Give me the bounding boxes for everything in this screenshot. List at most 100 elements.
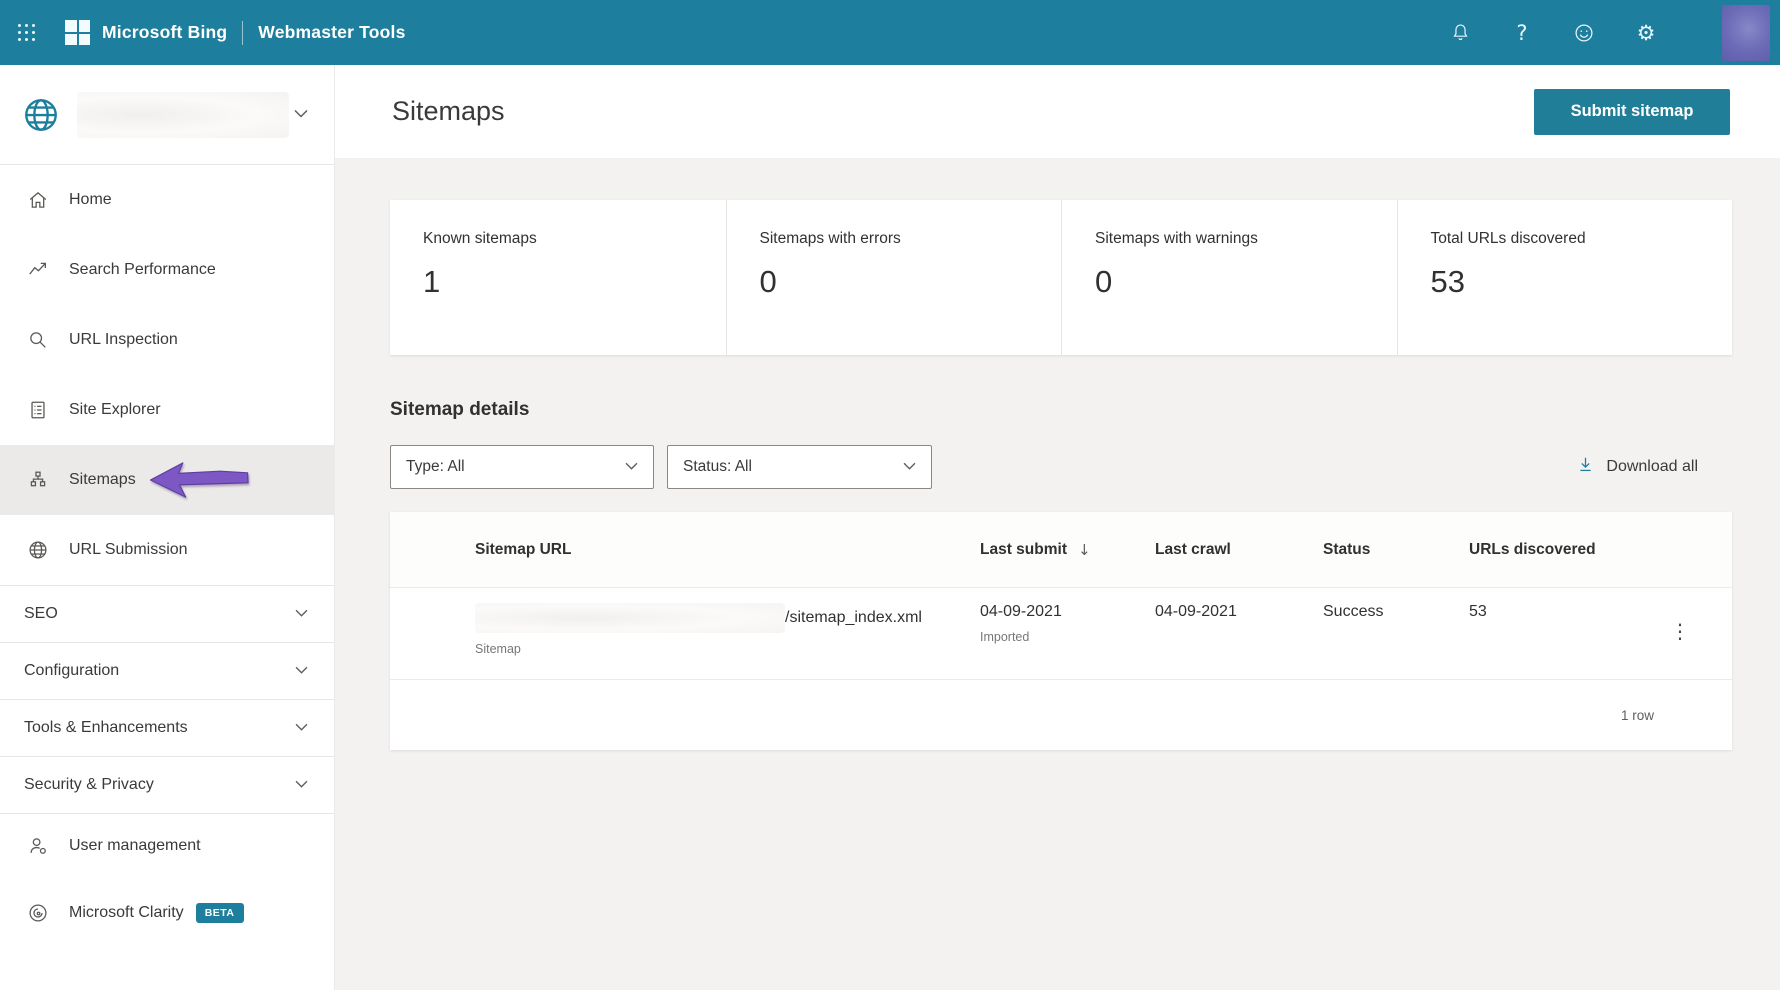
globe-icon — [27, 539, 49, 561]
feedback-smiley-icon[interactable] — [1572, 21, 1596, 45]
stat-label: Sitemaps with errors — [759, 230, 901, 247]
column-header-last-crawl[interactable]: Last crawl — [1155, 541, 1323, 559]
download-icon — [1576, 455, 1595, 479]
magnifier-icon — [27, 329, 49, 351]
sidebar-item-home[interactable]: Home — [0, 165, 334, 235]
sidebar-item-label: URL Submission — [69, 541, 188, 558]
chevron-down-icon — [294, 605, 309, 623]
table-row: /sitemap_index.xml Sitemap 04-09-2021 Im… — [390, 588, 1732, 680]
sidebar-footer: User management Microsoft Clarity BETA — [0, 813, 334, 948]
submit-sitemap-button[interactable]: Submit sitemap — [1534, 88, 1730, 135]
content-area: Known sitemaps 1 Sitemaps with errors 0 … — [335, 158, 1780, 750]
sidebar-group-label: Tools & Enhancements — [24, 719, 188, 736]
chevron-down-icon — [294, 662, 309, 680]
body-row: Home Search Performance URL Inspection S… — [0, 65, 1780, 990]
last-submit-date: 04-09-2021 — [980, 603, 1062, 620]
filter-bar: Type: All Status: All Download all — [390, 445, 1732, 489]
sidebar-group-label: SEO — [24, 605, 58, 622]
beta-badge: BETA — [195, 903, 244, 923]
cell-urls-discovered: 53 — [1469, 603, 1487, 620]
row-count: 1 row — [1620, 707, 1654, 723]
column-header-status[interactable]: Status — [1323, 541, 1469, 559]
sidebar-item-user-management[interactable]: User management — [0, 814, 334, 878]
url-suffix: /sitemap_index.xml — [785, 609, 922, 626]
sidebar-group-seo[interactable]: SEO — [0, 585, 334, 642]
sidebar-item-microsoft-clarity[interactable]: Microsoft Clarity BETA — [0, 878, 334, 948]
help-icon[interactable]: ? — [1510, 21, 1534, 45]
sidebar: Home Search Performance URL Inspection S… — [0, 65, 335, 990]
chevron-down-icon — [294, 776, 309, 794]
site-globe-icon — [25, 98, 57, 131]
avatar[interactable] — [1722, 4, 1770, 61]
home-icon — [27, 189, 49, 211]
type-filter-value: Type: All — [406, 458, 465, 475]
chevron-down-icon — [902, 458, 917, 476]
site-selector[interactable] — [0, 65, 334, 165]
column-header-urls-discovered[interactable]: URLs discovered — [1469, 541, 1670, 559]
stat-card-known-sitemaps: Known sitemaps 1 — [390, 200, 726, 355]
user-management-icon — [27, 835, 49, 857]
microsoft-logo-icon — [65, 20, 90, 45]
clarity-icon — [27, 902, 49, 924]
sidebar-item-url-submission[interactable]: URL Submission — [0, 515, 334, 585]
redacted-site-name — [77, 91, 289, 138]
topbar-brand-group: Microsoft Bing Webmaster Tools — [18, 20, 406, 45]
sidebar-group-label: Configuration — [24, 662, 120, 679]
sidebar-item-label: User management — [69, 837, 201, 854]
stat-value: 0 — [759, 264, 777, 299]
cell-sitemap-url: /sitemap_index.xml Sitemap — [475, 603, 980, 656]
sitemap-details-heading: Sitemap details — [390, 399, 530, 420]
sidebar-group-label: Security & Privacy — [24, 776, 154, 793]
bing-webmaster-tools-app: Microsoft Bing Webmaster Tools ? ⚙ Home … — [0, 0, 1780, 990]
waffle-menu-icon[interactable] — [18, 24, 35, 41]
page-header: Sitemaps Submit sitemap — [335, 65, 1780, 158]
trending-up-icon — [27, 259, 49, 281]
settings-gear-icon[interactable]: ⚙ — [1634, 21, 1658, 45]
product-name: Webmaster Tools — [258, 22, 406, 42]
sitemap-type-label: Sitemap — [475, 642, 521, 656]
sidebar-group-tools-enhancements[interactable]: Tools & Enhancements — [0, 699, 334, 756]
main-content: Sitemaps Submit sitemap Known sitemaps 1… — [335, 65, 1780, 990]
notification-bell-icon[interactable] — [1448, 21, 1472, 45]
stat-value: 0 — [1095, 264, 1113, 299]
sidebar-item-search-performance[interactable]: Search Performance — [0, 235, 334, 305]
table-footer: 1 row — [390, 680, 1732, 750]
stat-card-total-urls-discovered: Total URLs discovered 53 — [1396, 200, 1733, 355]
stat-card-sitemaps-with-errors: Sitemaps with errors 0 — [725, 200, 1062, 355]
sitemap-hierarchy-icon — [27, 469, 49, 491]
topbar-actions: ? ⚙ — [1448, 4, 1770, 61]
sidebar-item-sitemaps[interactable]: Sitemaps — [0, 445, 334, 515]
status-filter-value: Status: All — [683, 458, 752, 475]
brand-divider — [242, 20, 244, 45]
cell-last-submit: 04-09-2021 Imported — [980, 603, 1155, 656]
redacted-url-prefix — [475, 603, 785, 633]
sidebar-item-site-explorer[interactable]: Site Explorer — [0, 375, 334, 445]
row-actions-kebab-icon[interactable]: ⋮ — [1670, 603, 1732, 656]
brand-name: Microsoft Bing — [102, 22, 228, 42]
cell-last-crawl: 04-09-2021 — [1155, 603, 1237, 620]
sidebar-group-configuration[interactable]: Configuration — [0, 642, 334, 699]
column-header-sitemap-url[interactable]: Sitemap URL — [475, 541, 980, 559]
sidebar-group-security-privacy[interactable]: Security & Privacy — [0, 756, 334, 813]
table-header-row: Sitemap URL Last submit ↓ Last crawl Sta… — [390, 512, 1732, 588]
status-filter-dropdown[interactable]: Status: All — [667, 445, 932, 489]
top-app-bar: Microsoft Bing Webmaster Tools ? ⚙ — [0, 0, 1780, 65]
type-filter-dropdown[interactable]: Type: All — [390, 445, 654, 489]
annotation-arrow-icon — [149, 462, 249, 498]
stat-card-sitemaps-with-warnings: Sitemaps with warnings 0 — [1061, 200, 1397, 355]
sidebar-item-label: Microsoft Clarity — [69, 904, 184, 921]
page-title: Sitemaps — [392, 96, 505, 126]
stats-strip: Known sitemaps 1 Sitemaps with errors 0 … — [390, 200, 1732, 355]
stat-value: 53 — [1430, 264, 1465, 299]
document-list-icon — [27, 399, 49, 421]
cell-status: Success — [1323, 603, 1384, 620]
sidebar-item-label: URL Inspection — [69, 331, 178, 348]
stat-label: Known sitemaps — [423, 230, 537, 247]
stat-label: Sitemaps with warnings — [1095, 230, 1258, 247]
column-header-last-submit[interactable]: Last submit ↓ — [980, 541, 1155, 559]
download-all-button[interactable]: Download all — [1576, 455, 1698, 479]
stat-value: 1 — [423, 264, 441, 299]
chevron-down-icon — [624, 458, 639, 476]
download-all-label: Download all — [1606, 458, 1698, 475]
sidebar-item-url-inspection[interactable]: URL Inspection — [0, 305, 334, 375]
